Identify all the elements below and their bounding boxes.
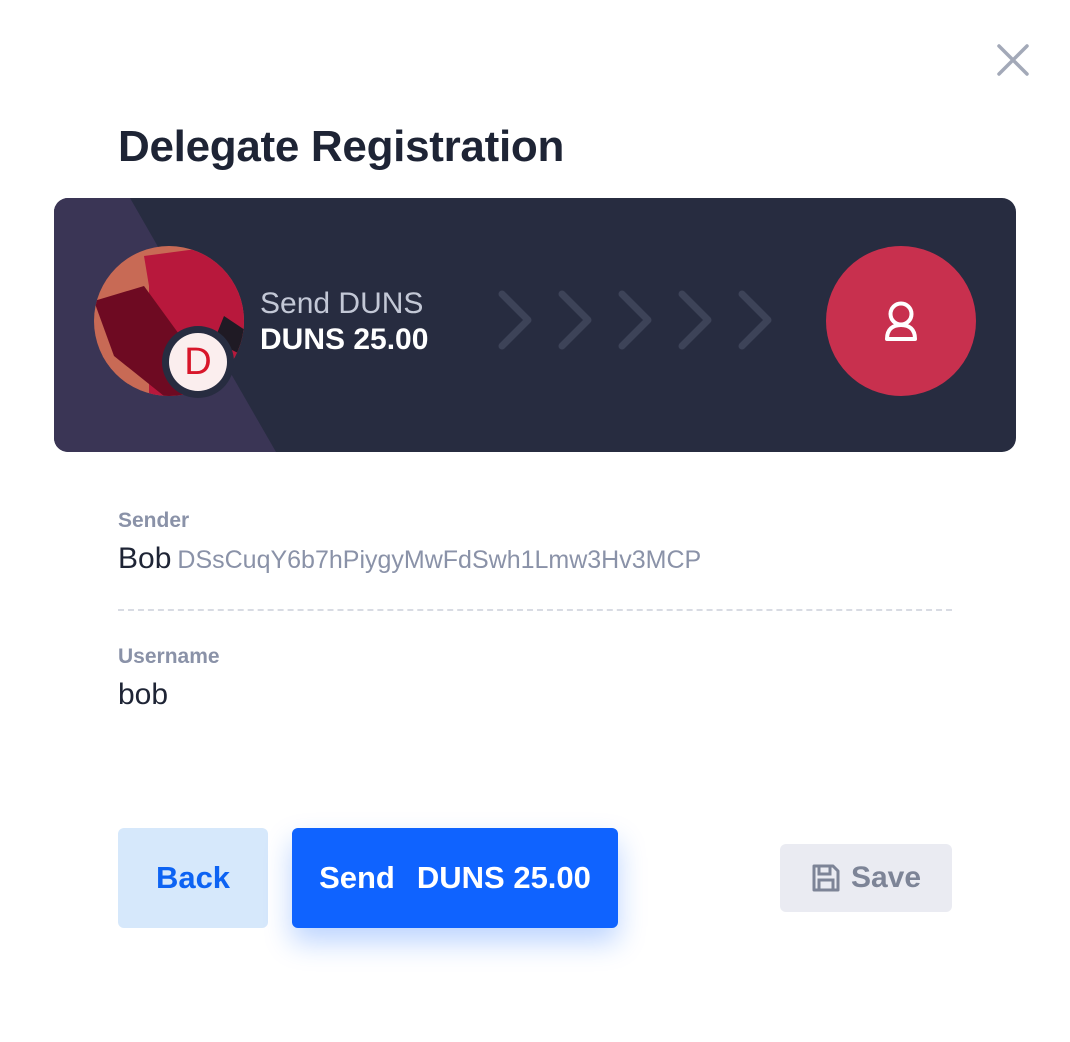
send-button-label: Send	[319, 860, 395, 895]
send-button-amount: DUNS 25.00	[416, 860, 591, 895]
floppy-disk-icon	[812, 864, 840, 892]
field-divider	[118, 609, 952, 611]
token-badge: D	[162, 326, 234, 398]
sender-label: Sender	[118, 509, 190, 532]
send-label: Send DUNS	[260, 287, 424, 320]
username-label: Username	[118, 645, 220, 668]
sender-name: Bob	[118, 542, 172, 575]
sender-address: DSsCuqY6b7hPiygyMwFdSwh1Lmw3Hv3MCP	[177, 546, 702, 574]
transaction-banner: D Send DUNS DUNS 25.00	[54, 198, 1016, 452]
sender-value: Bob DSsCuqY6b7hPiygyMwFdSwh1Lmw3Hv3MCP	[118, 541, 701, 578]
sender-avatar: D	[94, 246, 244, 398]
username-value: bob	[118, 678, 169, 711]
send-amount: DUNS 25.00	[260, 323, 429, 356]
send-button[interactable]: Send DUNS 25.00	[292, 828, 618, 928]
recipient-avatar	[826, 246, 976, 396]
dialog-title: Delegate Registration	[118, 122, 565, 171]
token-letter: D	[169, 333, 227, 391]
user-icon	[885, 301, 917, 341]
save-button[interactable]: Save	[780, 844, 952, 912]
back-button[interactable]: Back	[118, 828, 268, 928]
save-button-label: Save	[850, 861, 922, 894]
close-icon	[997, 44, 1029, 76]
close-button[interactable]	[993, 40, 1033, 80]
chevron-right-icon	[498, 290, 772, 350]
